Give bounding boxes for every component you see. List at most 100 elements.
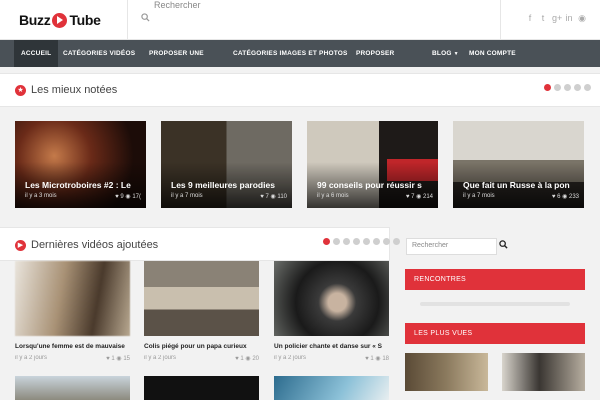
card-stats: ♥ 7 ◉ 110 bbox=[260, 193, 287, 200]
slider-dot[interactable] bbox=[574, 84, 581, 91]
card-views: 110 bbox=[277, 194, 287, 200]
video-stats: ♥ 1 ◉ 18 bbox=[365, 355, 389, 362]
slider-dot[interactable] bbox=[363, 238, 370, 245]
card-title: 99 conseils pour réussir s bbox=[317, 180, 422, 190]
twitter-icon[interactable]: t bbox=[539, 13, 547, 24]
card-stats: ♥ 7 ◉ 214 bbox=[406, 193, 433, 200]
card-views: 17( bbox=[132, 194, 141, 200]
slider-dot[interactable] bbox=[393, 238, 400, 245]
card-likes: 7 bbox=[411, 194, 415, 200]
main-nav: Accueil Catégories vidéos Proposer une C… bbox=[0, 40, 600, 67]
card-title: Les 9 meilleures parodies bbox=[171, 180, 275, 190]
social-links: f t g+ in ◉ bbox=[526, 13, 586, 24]
sidebar-search-input[interactable]: Rechercher bbox=[406, 238, 497, 255]
top-rated-header: ★ Les mieux notées bbox=[0, 73, 600, 107]
caret-down-icon: ▼ bbox=[453, 51, 459, 57]
slider-dot[interactable] bbox=[353, 238, 360, 245]
card-title: Les Microtroboires #2 : Le bbox=[25, 180, 131, 190]
slider-dots bbox=[544, 84, 591, 91]
video-title: Colis piégé pour un papa curieux bbox=[144, 343, 247, 350]
card-views: 214 bbox=[422, 194, 433, 200]
site-logo[interactable]: Buzz Tube bbox=[19, 10, 101, 30]
card-time: il y a 6 mois bbox=[317, 193, 349, 199]
card-likes: 7 bbox=[265, 194, 269, 200]
card-stats: ♥ 9 ◉ 17( bbox=[115, 193, 141, 200]
video-likes: 1 bbox=[111, 356, 115, 362]
slider-dot[interactable] bbox=[343, 238, 350, 245]
card-time: il y a 7 mois bbox=[171, 193, 203, 199]
video-time: il y a 2 jours bbox=[15, 355, 48, 361]
video-thumbnail[interactable] bbox=[274, 376, 389, 400]
nav-item-mon-compte[interactable]: Mon compte bbox=[469, 40, 516, 67]
video-views: 18 bbox=[382, 356, 389, 362]
card-meta: il y a 3 mois ♥ 9 ◉ 17( bbox=[25, 193, 141, 200]
nav-item-categories-videos[interactable]: Catégories vidéos bbox=[63, 40, 135, 67]
card-meta: il y a 7 mois ♥ 6 ◉ 233 bbox=[463, 193, 579, 200]
search-icon[interactable] bbox=[499, 240, 508, 251]
video-thumbnail bbox=[15, 261, 130, 336]
video-meta: il y a 2 jours ♥ 1 ◉ 18 bbox=[274, 355, 389, 362]
facebook-icon[interactable]: f bbox=[526, 13, 534, 24]
eye-icon: ◉ bbox=[562, 194, 569, 200]
slider-dot[interactable] bbox=[554, 84, 561, 91]
nav-item-categories-images[interactable]: Catégories images et photos bbox=[233, 40, 348, 67]
video-stats: ♥ 1 ◉ 15 bbox=[106, 355, 130, 362]
rss-icon[interactable]: ◉ bbox=[578, 13, 586, 24]
eye-icon: ◉ bbox=[416, 194, 423, 200]
most-viewed-thumbnail[interactable] bbox=[502, 353, 585, 391]
play-icon: ▶ bbox=[15, 240, 26, 251]
header-search-input[interactable]: Rechercher bbox=[154, 0, 201, 10]
slider-dot[interactable] bbox=[584, 84, 591, 91]
logo-word-tube: Tube bbox=[69, 12, 101, 28]
section-title: Dernières vidéos ajoutées bbox=[31, 239, 159, 251]
header-divider bbox=[127, 0, 128, 40]
slider-dot[interactable] bbox=[323, 238, 330, 245]
video-title: Un policier chante et danse sur « S bbox=[274, 343, 383, 350]
video-views: 20 bbox=[252, 356, 259, 362]
top-rated-card[interactable]: Les Microtroboires #2 : Le il y a 3 mois… bbox=[15, 121, 146, 208]
nav-item-proposer[interactable]: Proposer bbox=[356, 40, 394, 67]
nav-item-proposer-une[interactable]: Proposer une bbox=[149, 40, 204, 67]
nav-item-blog[interactable]: Blog ▼ bbox=[432, 40, 459, 67]
card-views: 233 bbox=[568, 194, 579, 200]
top-rated-card[interactable]: Les 9 meilleures parodies il y a 7 mois … bbox=[161, 121, 292, 208]
slider-dot[interactable] bbox=[544, 84, 551, 91]
nav-item-blog-label: Blog bbox=[432, 50, 452, 57]
latest-video-item[interactable]: Un policier chante et danse sur « S il y… bbox=[274, 261, 389, 362]
star-icon: ★ bbox=[15, 85, 26, 96]
slider-dots bbox=[323, 238, 400, 245]
card-meta: il y a 6 mois ♥ 7 ◉ 214 bbox=[317, 193, 433, 200]
sidebar-rencontres-header: Rencontres bbox=[405, 269, 585, 290]
video-thumbnail[interactable] bbox=[15, 376, 130, 400]
slider-dot[interactable] bbox=[564, 84, 571, 91]
video-meta: il y a 2 jours ♥ 1 ◉ 15 bbox=[15, 355, 130, 362]
slider-dot[interactable] bbox=[333, 238, 340, 245]
card-meta: il y a 7 mois ♥ 7 ◉ 110 bbox=[171, 193, 287, 200]
slider-dot[interactable] bbox=[383, 238, 390, 245]
latest-videos-header: ▶ Dernières vidéos ajoutées bbox=[0, 227, 400, 261]
video-time: il y a 2 jours bbox=[144, 355, 177, 361]
linkedin-icon[interactable]: in bbox=[565, 13, 573, 24]
latest-video-item[interactable]: Colis piégé pour un papa curieux il y a … bbox=[144, 261, 259, 362]
video-meta: il y a 2 jours ♥ 1 ◉ 20 bbox=[144, 355, 259, 362]
card-time: il y a 7 mois bbox=[463, 193, 495, 199]
google-plus-icon[interactable]: g+ bbox=[552, 13, 562, 24]
slider-dot[interactable] bbox=[373, 238, 380, 245]
video-likes: 1 bbox=[240, 356, 244, 362]
top-rated-card[interactable]: 99 conseils pour réussir s il y a 6 mois… bbox=[307, 121, 438, 208]
video-thumbnail bbox=[144, 261, 259, 336]
play-icon bbox=[52, 12, 68, 28]
top-rated-card[interactable]: Que fait un Russe à la pon il y a 7 mois… bbox=[453, 121, 584, 208]
latest-video-item[interactable]: Lorsqu'une femme est de mauvaise il y a … bbox=[15, 261, 130, 362]
section-title: Les mieux notées bbox=[31, 84, 118, 96]
header-divider bbox=[500, 0, 501, 40]
nav-item-accueil[interactable]: Accueil bbox=[14, 40, 59, 67]
video-thumbnail[interactable] bbox=[144, 376, 259, 400]
logo-word-buzz: Buzz bbox=[19, 12, 51, 28]
search-icon[interactable] bbox=[141, 13, 150, 25]
video-title: Lorsqu'une femme est de mauvaise bbox=[15, 343, 125, 350]
most-viewed-thumbnail[interactable] bbox=[405, 353, 488, 391]
video-likes: 1 bbox=[370, 356, 374, 362]
card-stats: ♥ 6 ◉ 233 bbox=[552, 193, 579, 200]
sidebar-divider bbox=[420, 302, 570, 306]
